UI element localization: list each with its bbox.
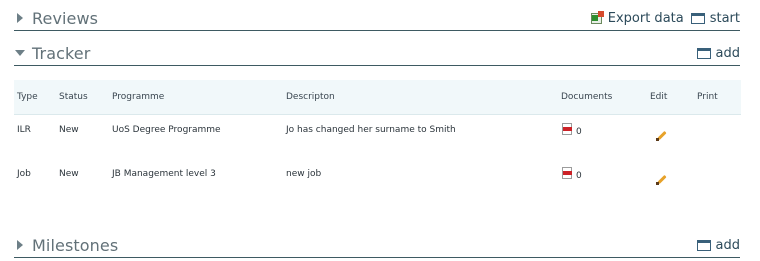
table-row: ILR New UoS Degree Programme Jo has chan…	[14, 122, 741, 150]
pdf-icon[interactable]	[562, 123, 572, 135]
cell-programme: UoS Degree Programme	[112, 125, 221, 135]
table-row: Job New JB Management level 3 new job 0	[14, 166, 741, 194]
window-icon	[696, 239, 711, 251]
tracker-add-button[interactable]: add	[696, 45, 740, 61]
triangle-right-icon[interactable]	[14, 12, 26, 24]
export-spreadsheet-icon	[590, 10, 604, 25]
window-icon	[690, 12, 705, 24]
cell-type: Job	[17, 169, 31, 179]
tracker-table: Type Status Programme Descripton Documen…	[14, 80, 741, 185]
cell-description: new job	[286, 169, 322, 179]
reviews-actions: Export data start	[590, 6, 740, 30]
tracker-title[interactable]: Tracker	[32, 44, 90, 63]
start-review-button[interactable]: start	[690, 10, 740, 26]
milestones-title[interactable]: Milestones	[32, 236, 118, 255]
reviews-title[interactable]: Reviews	[32, 9, 98, 28]
tracker-actions: add	[696, 41, 740, 65]
cell-description: Jo has changed her surname to Smith	[286, 125, 456, 135]
start-label: start	[709, 10, 740, 26]
milestones-add-label: add	[715, 237, 740, 253]
cell-programme: JB Management level 3	[112, 169, 216, 179]
triangle-down-icon[interactable]	[14, 47, 26, 59]
column-header-documents: Documents	[561, 92, 613, 102]
triangle-right-icon[interactable]	[14, 239, 26, 251]
export-data-button[interactable]: Export data	[590, 10, 684, 26]
tracker-section-header: Tracker add	[14, 41, 740, 66]
cell-status: New	[59, 125, 79, 135]
milestones-section-header: Milestones add	[14, 233, 740, 258]
column-header-edit: Edit	[650, 92, 668, 102]
window-icon	[696, 47, 711, 59]
tracker-add-label: add	[715, 45, 740, 61]
tracker-table-header: Type Status Programme Descripton Documen…	[14, 80, 741, 115]
reviews-section-header: Reviews Export data start	[14, 6, 740, 31]
pencil-icon[interactable]	[656, 130, 667, 141]
milestones-actions: add	[696, 233, 740, 257]
milestones-add-button[interactable]: add	[696, 237, 740, 253]
column-header-description: Descripton	[286, 92, 335, 102]
column-header-print: Print	[697, 92, 718, 102]
column-header-programme: Programme	[112, 92, 165, 102]
pdf-icon[interactable]	[562, 167, 572, 179]
reviews-toggle-group[interactable]: Reviews	[14, 6, 98, 30]
cell-type: ILR	[17, 125, 31, 135]
export-data-label: Export data	[607, 10, 684, 26]
pencil-icon[interactable]	[656, 174, 667, 185]
document-count: 0	[576, 171, 582, 181]
cell-status: New	[59, 169, 79, 179]
column-header-status: Status	[59, 92, 88, 102]
document-count: 0	[576, 127, 582, 137]
milestones-toggle-group[interactable]: Milestones	[14, 233, 118, 257]
tracker-toggle-group[interactable]: Tracker	[14, 41, 90, 65]
column-header-type: Type	[17, 92, 38, 102]
